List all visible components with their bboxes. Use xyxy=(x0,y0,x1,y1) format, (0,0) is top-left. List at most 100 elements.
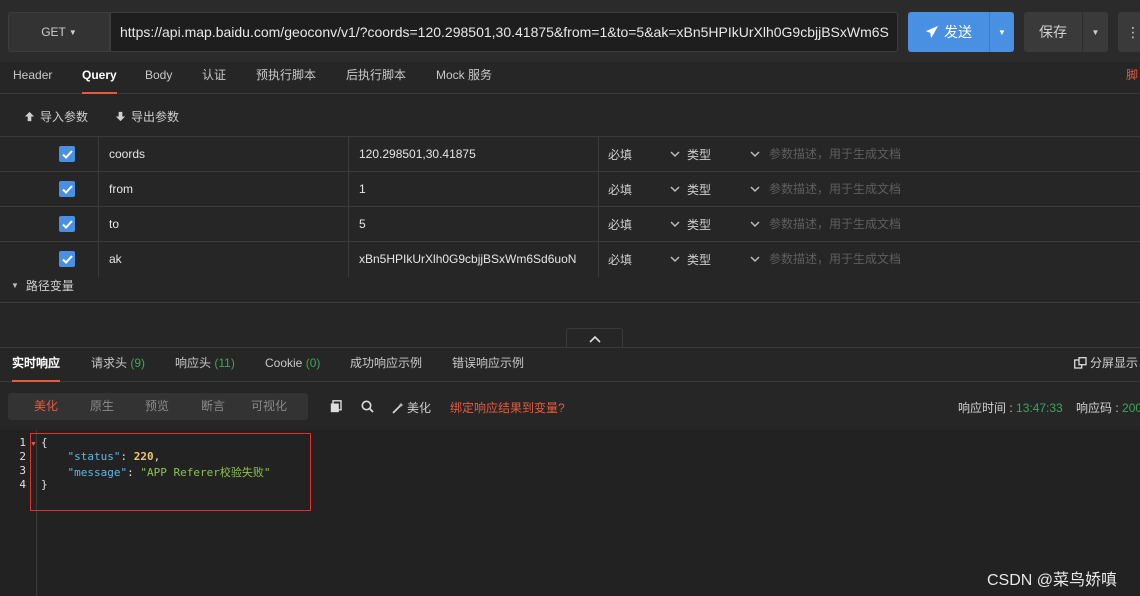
highlight-annotation xyxy=(30,433,311,511)
chevron-down-icon xyxy=(750,221,760,228)
chevron-down-icon xyxy=(750,256,760,263)
tab-mock[interactable]: Mock 服务 xyxy=(436,62,492,94)
view-visualize[interactable]: 可视化 xyxy=(251,393,287,420)
param-description-input[interactable]: 参数描述，用于生成文档 xyxy=(769,242,901,276)
caret-down-icon: ▼ xyxy=(68,27,77,37)
view-mode-group: 美化 原生 预览 断言 可视化 xyxy=(8,393,308,420)
required-select[interactable]: 必填 xyxy=(608,172,632,207)
param-value[interactable]: 5 xyxy=(359,207,591,242)
check-icon xyxy=(61,219,73,229)
tab-cookie[interactable]: Cookie (0) xyxy=(265,348,320,382)
tab-pre-script[interactable]: 预执行脚本 xyxy=(256,62,316,94)
param-checkbox[interactable] xyxy=(59,251,75,267)
collapse-panel-button[interactable] xyxy=(566,328,623,348)
count-badge: (0) xyxy=(305,356,321,370)
response-time-label: 响应时间 : xyxy=(958,401,1013,415)
param-value[interactable]: xBn5HPIkUrXlh0G9cbjjBSxWm6Sd6uoN xyxy=(359,242,591,277)
request-bar: GET ▼ https://api.map.baidu.com/geoconv/… xyxy=(0,0,1140,62)
type-select[interactable]: 类型 xyxy=(687,207,711,242)
tab-header[interactable]: Header xyxy=(13,62,52,94)
import-params-button[interactable]: 导入参数 xyxy=(24,108,88,125)
view-preview[interactable]: 预览 xyxy=(145,393,169,420)
line-number: 2 xyxy=(19,450,26,463)
response-toolbar: 美化 原生 预览 断言 可视化 美化 绑定响应结果到变量? 响应时间 : 13:… xyxy=(0,383,1140,429)
required-select[interactable]: 必填 xyxy=(608,137,632,172)
count-badge: (11) xyxy=(214,356,235,370)
caret-down-icon: ▼ xyxy=(1091,27,1100,37)
path-variables-toggle[interactable]: ▼ 路径变量 xyxy=(11,277,74,294)
tab-success-example[interactable]: 成功响应示例 xyxy=(350,348,422,382)
tab-live-response[interactable]: 实时响应 xyxy=(12,348,61,382)
copy-icon[interactable] xyxy=(330,400,342,413)
param-value[interactable]: 120.298501,30.41875 xyxy=(359,137,591,172)
paper-plane-icon xyxy=(925,25,939,39)
param-value[interactable]: 1 xyxy=(359,172,591,207)
type-select[interactable]: 类型 xyxy=(687,137,711,172)
tab-body[interactable]: Body xyxy=(145,62,172,94)
tab-request-headers[interactable]: 请求头 (9) xyxy=(91,348,145,382)
tab-response-headers[interactable]: 响应头 (11) xyxy=(175,348,235,382)
response-time: 响应时间 : 13:47:33 xyxy=(958,399,1063,416)
param-checkbox[interactable] xyxy=(59,146,75,162)
view-raw[interactable]: 原生 xyxy=(90,393,114,420)
more-button[interactable]: ⋮ xyxy=(1118,12,1140,52)
param-checkbox[interactable] xyxy=(59,216,75,232)
chevron-down-icon xyxy=(670,186,680,193)
send-dropdown-button[interactable]: ▼ xyxy=(989,12,1014,52)
chevron-up-icon xyxy=(588,335,601,343)
split-view-button[interactable]: 分屏显示 xyxy=(1074,348,1138,378)
save-dropdown-button[interactable]: ▼ xyxy=(1082,12,1108,52)
request-tabs: Header Query Body 认证 预执行脚本 后执行脚本 Mock 服务… xyxy=(0,62,1140,94)
param-key[interactable]: ak xyxy=(109,242,339,277)
magic-wand-icon xyxy=(392,402,404,414)
line-number: 3 xyxy=(19,464,26,477)
response-code-label: 响应码 : xyxy=(1076,401,1119,415)
check-icon xyxy=(61,254,73,264)
table-row: ak xBn5HPIkUrXlh0G9cbjjBSxWm6Sd6uoN 必填 类… xyxy=(0,242,1140,277)
check-icon xyxy=(61,149,73,159)
tab-query[interactable]: Query xyxy=(82,62,117,94)
more-icon: ⋮ xyxy=(1126,23,1140,40)
param-key[interactable]: to xyxy=(109,207,339,242)
line-number: 1 xyxy=(19,436,26,449)
param-toolbar: 导入参数 导出参数 xyxy=(0,95,1140,137)
type-select[interactable]: 类型 xyxy=(687,172,711,207)
script-link[interactable]: 脚 xyxy=(1126,62,1138,88)
method-label: GET xyxy=(41,25,66,39)
param-key[interactable]: from xyxy=(109,172,339,207)
type-select[interactable]: 类型 xyxy=(687,242,711,277)
save-button[interactable]: 保存 xyxy=(1024,12,1082,52)
tab-label: 请求头 xyxy=(91,356,128,370)
url-input[interactable]: https://api.map.baidu.com/geoconv/v1/?co… xyxy=(110,12,898,52)
table-row: coords 120.298501,30.41875 必填 类型 参数描述，用于… xyxy=(0,137,1140,172)
table-row: from 1 必填 类型 参数描述，用于生成文档 xyxy=(0,172,1140,207)
caret-down-icon: ▼ xyxy=(11,281,19,290)
line-number: 4 xyxy=(19,478,26,491)
param-description-input[interactable]: 参数描述，用于生成文档 xyxy=(769,172,901,206)
send-label: 发送 xyxy=(944,24,972,40)
required-select[interactable]: 必填 xyxy=(608,207,632,242)
export-params-label: 导出参数 xyxy=(131,110,180,124)
arrow-up-icon xyxy=(24,111,35,122)
param-key[interactable]: coords xyxy=(109,137,339,172)
send-button[interactable]: 发送 xyxy=(908,12,989,52)
search-icon[interactable] xyxy=(361,400,374,413)
tab-auth[interactable]: 认证 xyxy=(202,62,226,94)
table-row: to 5 必填 类型 参数描述，用于生成文档 xyxy=(0,207,1140,242)
param-description-input[interactable]: 参数描述，用于生成文档 xyxy=(769,207,901,241)
beautify-label: 美化 xyxy=(407,401,432,415)
beautify-button[interactable]: 美化 xyxy=(392,399,431,416)
param-description-input[interactable]: 参数描述，用于生成文档 xyxy=(769,137,901,171)
tab-error-example[interactable]: 错误响应示例 xyxy=(452,348,524,382)
count-badge: (9) xyxy=(130,356,146,370)
split-view-label: 分屏显示 xyxy=(1090,356,1139,370)
param-checkbox[interactable] xyxy=(59,181,75,197)
chevron-down-icon xyxy=(750,186,760,193)
view-pretty[interactable]: 美化 xyxy=(34,393,58,420)
required-select[interactable]: 必填 xyxy=(608,242,632,277)
export-params-button[interactable]: 导出参数 xyxy=(115,108,179,125)
method-select[interactable]: GET ▼ xyxy=(8,12,110,52)
bind-response-link[interactable]: 绑定响应结果到变量? xyxy=(450,399,565,416)
view-assert[interactable]: 断言 xyxy=(201,393,225,420)
tab-post-script[interactable]: 后执行脚本 xyxy=(346,62,406,94)
